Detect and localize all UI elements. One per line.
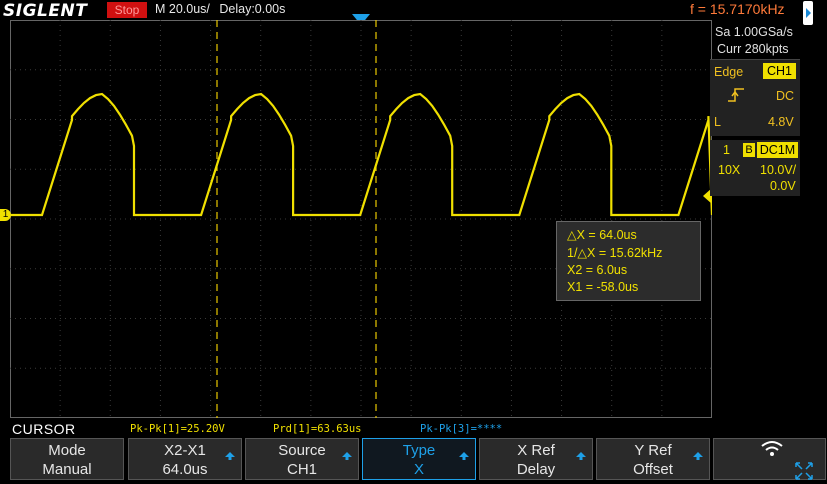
arrow-up-icon: [576, 452, 586, 460]
softkey-type[interactable]: Type X: [362, 438, 476, 480]
side-panel-toggle-button[interactable]: [803, 1, 813, 25]
softkey-source[interactable]: Source CH1: [245, 438, 359, 480]
frequency-counter: f = 15.7170kHz: [690, 1, 785, 17]
arrow-up-icon: [693, 452, 703, 460]
trigger-level-label: L: [714, 115, 721, 129]
volts-per-division: 10.0V/: [760, 163, 797, 177]
delay-value: Delay:0.00s: [219, 2, 286, 16]
softkey-value: 64.0us: [162, 461, 208, 478]
softkey-label: Mode: [48, 442, 86, 459]
sample-rate: Sa 1.00GSa/s: [715, 25, 793, 39]
waveform-grid[interactable]: [10, 20, 712, 418]
rising-edge-icon: [728, 88, 744, 102]
softkey-value: CH1: [286, 461, 317, 478]
arrow-up-icon: [342, 452, 352, 460]
softkey-value: X: [413, 461, 424, 478]
softkey-y-ref[interactable]: Y Ref Offset: [596, 438, 710, 480]
softkey-value: Delay: [516, 461, 556, 478]
timebase-readout[interactable]: M 20.0us/ Delay:0.00s: [155, 2, 285, 16]
probe-attenuation: 10X: [718, 163, 741, 177]
softkey-mode[interactable]: Mode Manual: [10, 438, 124, 480]
arrow-right-icon: [806, 8, 811, 18]
softkey-value: Offset: [633, 461, 673, 478]
delta-x-readout: △X = 64.0us: [567, 228, 637, 242]
arrow-up-icon: [225, 452, 235, 460]
softkey-x2-x1[interactable]: X2-X1 64.0us: [128, 438, 242, 480]
expand-icon[interactable]: [795, 462, 813, 480]
channel-offset: 0.0V: [770, 179, 796, 193]
x2-readout: X2 = 6.0us: [567, 263, 628, 277]
trigger-source: CH1: [763, 63, 796, 79]
softkey-x-ref[interactable]: X Ref Delay: [479, 438, 593, 480]
brand-logo: SIGLENT: [3, 1, 88, 21]
measurement-pkpk-1: Pk-Pk[1]=25.20V: [130, 423, 225, 435]
trigger-type: Edge: [714, 65, 744, 79]
softkey-value: Manual: [42, 461, 92, 478]
menu-title: CURSOR: [12, 421, 76, 437]
channel-coupling: DC1M: [757, 142, 798, 158]
memory-depth: Curr 280kpts: [717, 42, 789, 56]
inverse-delta-x-readout: 1/△X = 15.62kHz: [567, 246, 663, 260]
bandwidth-limit-icon: B: [743, 143, 755, 157]
cursor-readout-box: △X = 64.0us 1/△X = 15.62kHz X2 = 6.0us X…: [556, 221, 701, 301]
measurement-period-1: Prd[1]=63.63us: [273, 423, 362, 435]
wifi-icon: [761, 441, 783, 456]
channel-number: 1: [723, 143, 730, 157]
trigger-level-value: 4.8V: [768, 115, 794, 129]
timebase-value: M 20.0us/: [155, 2, 210, 16]
trigger-coupling: DC: [776, 89, 795, 103]
measurement-pkpk-3: Pk-Pk[3]=****: [420, 423, 503, 435]
x1-readout: X1 = -58.0us: [567, 280, 639, 294]
arrow-up-icon: [459, 452, 469, 460]
run-stop-indicator[interactable]: Stop: [107, 2, 147, 18]
